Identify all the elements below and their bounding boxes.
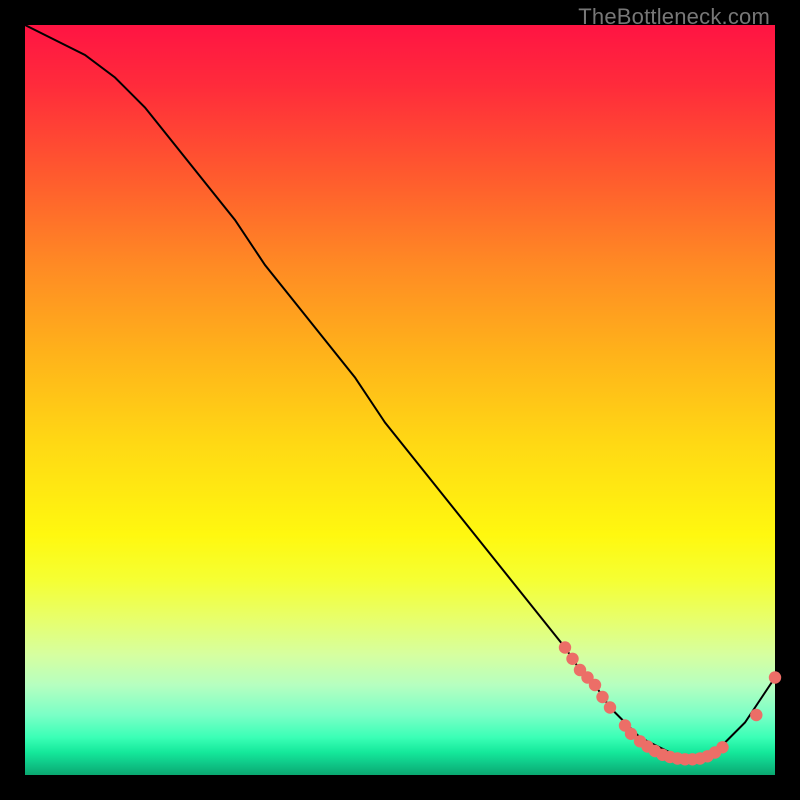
bottleneck-curve	[25, 25, 775, 760]
marker-layer	[559, 641, 781, 765]
curve-marker	[716, 741, 728, 753]
curve-marker	[559, 641, 571, 653]
curve-marker	[589, 679, 601, 691]
chart-frame: TheBottleneck.com	[0, 0, 800, 800]
curve-marker	[604, 701, 616, 713]
plot-area	[25, 25, 775, 775]
curve-marker	[750, 709, 762, 721]
curve-marker	[769, 671, 781, 683]
curve-marker	[596, 691, 608, 703]
curve-layer	[25, 25, 775, 775]
curve-marker	[566, 653, 578, 665]
